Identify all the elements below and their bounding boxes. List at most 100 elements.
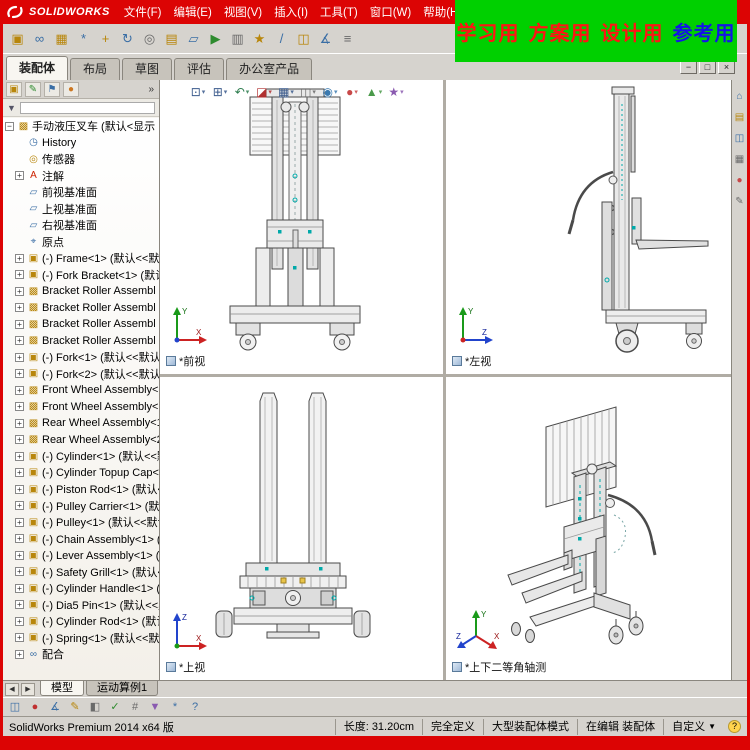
expand-toggle[interactable]: + (15, 584, 24, 593)
panel-expand-chevron[interactable]: » (148, 84, 156, 95)
filter-icon[interactable]: ▼ (146, 699, 164, 716)
viewport-front[interactable]: Y X *前视 (160, 80, 443, 374)
insert-component-icon[interactable]: ▣ (7, 28, 28, 49)
expand-toggle[interactable]: + (15, 369, 24, 379)
reference-geometry-icon[interactable]: ▱ (183, 28, 204, 49)
tree-item[interactable]: + ▩ Bracket Roller Assembl (3, 316, 159, 333)
menu-item[interactable]: 窗口(W) (364, 4, 418, 20)
display-style-icon[interactable]: ◫ (298, 82, 318, 102)
featuremanager-tab-icon[interactable]: ▣ (6, 81, 22, 97)
command-tab[interactable]: 办公室产品 (226, 58, 313, 80)
view-orientation-icon[interactable]: ▦ (276, 82, 296, 102)
expand-toggle[interactable]: + (15, 435, 24, 445)
tree-root[interactable]: − ▩ 手动液压叉车 (默认<显示 (3, 118, 159, 135)
expand-toggle[interactable]: + (15, 353, 24, 362)
study-tab[interactable]: 运动算例1 (86, 681, 159, 696)
command-tab[interactable]: 装配体 (6, 56, 69, 80)
tree-item[interactable]: + ∞ 配合 (3, 646, 159, 663)
tree-item[interactable]: + ▩ Bracket Roller Assembl (3, 283, 159, 300)
tree-item[interactable]: + ▩ Front Wheel Assembly<1 (3, 382, 159, 399)
expand-toggle[interactable]: + (15, 501, 24, 511)
study-tab[interactable]: 模型 (40, 681, 84, 696)
solidworks-resources-icon[interactable]: ⌂ (733, 90, 747, 104)
displaymanager-tab-icon[interactable]: ● (63, 81, 79, 97)
view-settings-icon[interactable]: ★ (386, 82, 406, 102)
tree-item[interactable]: + ▩ Bracket Roller Assembl (3, 300, 159, 317)
expand-toggle[interactable]: + (15, 270, 24, 280)
screen-capture-icon[interactable]: ◫ (6, 699, 24, 716)
tree-item[interactable]: + ▣ (-) Pulley<1> (默认<<默认 (3, 514, 159, 531)
hide-show-items-icon[interactable]: ◉ (320, 82, 340, 102)
tree-item[interactable]: + ▣ (-) Lever Assembly<1> (默 (3, 547, 159, 564)
tree-item[interactable]: ◷ History (3, 135, 159, 152)
zoom-fit-icon[interactable]: ⊡ (188, 82, 208, 102)
exploded-view-icon[interactable]: ★ (249, 28, 270, 49)
tree-item[interactable]: ▱ 上视基准面 (3, 201, 159, 218)
tree-item[interactable]: + ▩ Front Wheel Assembly<2 (3, 399, 159, 416)
expand-toggle[interactable]: + (15, 386, 24, 395)
close-button[interactable]: × (718, 60, 735, 74)
tree-item[interactable]: + ▣ (-) Piston Rod<1> (默认<< (3, 481, 159, 498)
tree-item[interactable]: + ▣ (-) Fork<2> (默认<<默认> (3, 366, 159, 383)
command-tab[interactable]: 草图 (122, 58, 173, 80)
zoom-area-icon[interactable]: ⊞ (210, 82, 230, 102)
move-component-icon[interactable]: + (95, 28, 116, 49)
expand-toggle[interactable]: + (15, 303, 24, 313)
tree-item[interactable]: + ▣ (-) Cylinder Topup Cap<1> (3, 465, 159, 482)
explode-line-sketch-icon[interactable]: / (271, 28, 292, 49)
expand-toggle[interactable]: + (15, 518, 24, 527)
viewport-top[interactable]: Z X *上视 (160, 377, 443, 680)
expand-toggle[interactable]: + (15, 419, 24, 428)
menu-item[interactable]: 文件(F) (118, 4, 168, 20)
tree-item[interactable]: + ▩ Bracket Roller Assembl (3, 333, 159, 350)
tree-item[interactable]: + ▣ (-) Spring<1> (默认<<默认 (3, 630, 159, 647)
tree-item[interactable]: + ▣ (-) Fork Bracket<1> (默认< (3, 267, 159, 284)
expand-toggle[interactable]: + (15, 320, 24, 329)
expand-toggle[interactable]: + (15, 551, 24, 560)
tree-item[interactable]: + ▩ Rear Wheel Assembly<2 (3, 432, 159, 449)
tree-item[interactable]: ▱ 前视基准面 (3, 184, 159, 201)
tree-item[interactable]: + A 注解 (3, 168, 159, 185)
tree-item[interactable]: ◎ 传感器 (3, 151, 159, 168)
expand-toggle[interactable]: + (15, 633, 24, 643)
expand-toggle[interactable]: + (15, 485, 24, 494)
rotate-component-icon[interactable]: ↻ (117, 28, 138, 49)
command-tab[interactable]: 评估 (174, 58, 225, 80)
smart-fasteners-icon[interactable]: * (73, 28, 94, 49)
menu-item[interactable]: 插入(I) (268, 4, 314, 20)
show-hidden-components-icon[interactable]: ◎ (139, 28, 160, 49)
menu-item[interactable]: 编辑(E) (167, 4, 217, 20)
tree-item[interactable]: + ▣ (-) Chain Assembly<1> (默 (3, 531, 159, 548)
scroll-right-icon[interactable]: ▶ (21, 682, 35, 696)
tree-item[interactable]: + ▩ Rear Wheel Assembly<1> (3, 415, 159, 432)
view-palette-icon[interactable]: ▦ (733, 153, 747, 167)
design-library-icon[interactable]: ▤ (733, 111, 747, 125)
tree-item[interactable]: + ▣ (-) Cylinder<1> (默认<<默 (3, 448, 159, 465)
horizontal-splitter[interactable] (160, 374, 731, 377)
assembly-features-icon[interactable]: ▤ (161, 28, 182, 49)
options-icon[interactable]: * (166, 699, 184, 716)
previous-view-icon[interactable]: ↶ (232, 82, 252, 102)
expand-toggle[interactable]: + (15, 171, 24, 181)
expand-toggle[interactable]: + (15, 452, 24, 461)
tree-filter-bar[interactable]: ▼ (3, 99, 159, 117)
tree-item[interactable]: ⌖ 原点 (3, 234, 159, 251)
tree-item[interactable]: + ▣ (-) Fork<1> (默认<<默认>_ (3, 349, 159, 366)
tree-item[interactable]: + ▣ (-) Pulley Carrier<1> (默认 (3, 498, 159, 515)
markup-icon[interactable]: ✎ (66, 699, 84, 716)
expand-toggle[interactable]: + (15, 650, 24, 659)
tree-item[interactable]: + ▣ (-) Safety Grill<1> (默认<< (3, 564, 159, 581)
expand-toggle[interactable]: + (15, 336, 24, 346)
expand-toggle[interactable]: + (15, 402, 24, 412)
file-explorer-icon[interactable]: ◫ (733, 132, 747, 146)
record-video-icon[interactable]: ● (26, 699, 44, 716)
filter-input[interactable] (19, 101, 155, 114)
expand-toggle[interactable]: + (15, 600, 24, 610)
measure-tool-icon[interactable]: ∡ (46, 699, 64, 716)
menu-item[interactable]: 视图(V) (218, 4, 268, 20)
scroll-left-icon[interactable]: ◀ (5, 682, 19, 696)
bill-of-materials-icon[interactable]: ▥ (227, 28, 248, 49)
tree-item[interactable]: + ▣ (-) Cylinder Rod<1> (默认 (3, 613, 159, 630)
tree-item[interactable]: + ▣ (-) Frame<1> (默认<<默认 (3, 250, 159, 267)
section-view-icon[interactable]: ◪ (254, 82, 274, 102)
